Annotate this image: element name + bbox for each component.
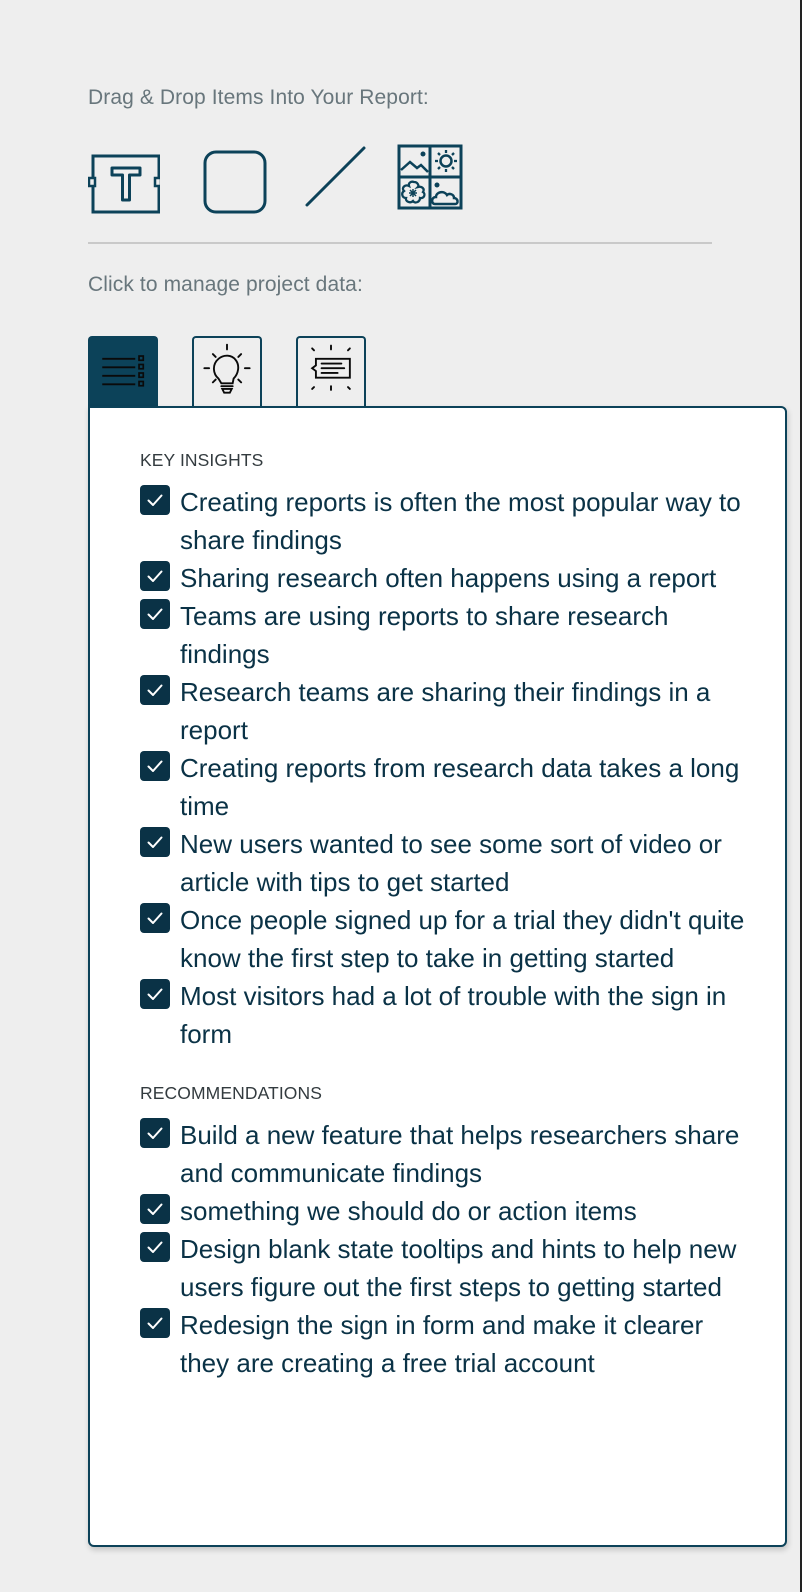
checkmark-icon — [147, 1127, 163, 1139]
text-box-tool[interactable] — [88, 144, 160, 216]
checkmark-icon — [147, 912, 163, 924]
checklist-item: Most visitors had a lot of trouble with … — [140, 977, 745, 1053]
item-text: Redesign the sign in form and make it cl… — [180, 1310, 704, 1378]
drag-drop-label: Drag & Drop Items Into Your Report: — [88, 86, 429, 109]
diagonal-line-icon — [305, 146, 366, 207]
checklist-item: Redesign the sign in form and make it cl… — [140, 1306, 745, 1382]
image-grid-icon — [397, 144, 463, 210]
checklist-item: New users wanted to see some sort of vid… — [140, 825, 745, 901]
recommendations-list: Build a new feature that helps researche… — [140, 1116, 745, 1382]
item-text: Once people signed up for a trial they d… — [180, 905, 745, 973]
item-text: Teams are using reports to share researc… — [180, 601, 669, 669]
key-insights-list: Creating reports is often the most popul… — [140, 483, 745, 1053]
checklist-item: Build a new feature that helps researche… — [140, 1116, 745, 1192]
checkmark-icon — [147, 1317, 163, 1329]
line-tool[interactable] — [302, 144, 374, 216]
lightbulb-icon — [203, 343, 251, 394]
checklist-item: Sharing research often happens using a r… — [140, 559, 745, 597]
rectangle-tool[interactable] — [202, 144, 274, 216]
rounded-square-icon — [203, 150, 267, 214]
project-data-panel: KEY INSIGHTS Creating reports is often t… — [88, 406, 787, 1547]
item-text: Research teams are sharing their finding… — [180, 677, 711, 745]
checklist-item: Design blank state tooltips and hints to… — [140, 1230, 745, 1306]
section-divider — [88, 242, 712, 244]
checklist-item: Creating reports is often the most popul… — [140, 483, 745, 559]
recommendations-title: RECOMMENDATIONS — [140, 1083, 323, 1103]
checklist-item: Once people signed up for a trial they d… — [140, 901, 745, 977]
key-insights-title: KEY INSIGHTS — [140, 450, 264, 470]
item-text: Design blank state tooltips and hints to… — [180, 1234, 737, 1302]
item-checkbox[interactable] — [140, 561, 170, 591]
checklist-item: something we should do or action items — [140, 1192, 745, 1230]
item-checkbox[interactable] — [140, 485, 170, 515]
checkmark-icon — [147, 1203, 163, 1215]
item-text: New users wanted to see some sort of vid… — [180, 829, 722, 897]
item-text: Most visitors had a lot of trouble with … — [180, 981, 727, 1049]
item-checkbox[interactable] — [140, 1308, 170, 1338]
tab-list[interactable] — [88, 336, 158, 408]
item-checkbox[interactable] — [140, 751, 170, 781]
item-text: Sharing research often happens using a r… — [180, 563, 717, 593]
item-checkbox[interactable] — [140, 1232, 170, 1262]
checklist-item: Teams are using reports to share researc… — [140, 597, 745, 673]
checkmark-icon — [147, 1241, 163, 1253]
item-text: Creating reports is often the most popul… — [180, 487, 741, 555]
checkmark-icon — [147, 760, 163, 772]
highlight-note-icon — [310, 344, 351, 391]
item-checkbox[interactable] — [140, 675, 170, 705]
checkmark-icon — [147, 988, 163, 1000]
item-text: Creating reports from research data take… — [180, 753, 740, 821]
item-checkbox[interactable] — [140, 903, 170, 933]
checklist-item: Research teams are sharing their finding… — [140, 673, 745, 749]
checkmark-icon — [147, 684, 163, 696]
checkmark-icon — [147, 836, 163, 848]
item-checkbox[interactable] — [140, 979, 170, 1009]
tab-insights[interactable] — [192, 336, 262, 406]
item-text: Build a new feature that helps researche… — [180, 1120, 740, 1188]
item-text: something we should do or action items — [180, 1196, 637, 1226]
item-checkbox[interactable] — [140, 1194, 170, 1224]
manage-data-label: Click to manage project data: — [88, 273, 363, 296]
item-checkbox[interactable] — [140, 1118, 170, 1148]
text-box-icon — [88, 154, 160, 214]
tab-recommendations[interactable] — [296, 336, 366, 406]
item-checkbox[interactable] — [140, 599, 170, 629]
item-checkbox[interactable] — [140, 827, 170, 857]
checklist-item: Creating reports from research data take… — [140, 749, 745, 825]
list-icon — [102, 355, 145, 387]
checkmark-icon — [147, 570, 163, 582]
checkmark-icon — [147, 608, 163, 620]
image-tool[interactable] — [396, 144, 468, 216]
checkmark-icon — [147, 494, 163, 506]
